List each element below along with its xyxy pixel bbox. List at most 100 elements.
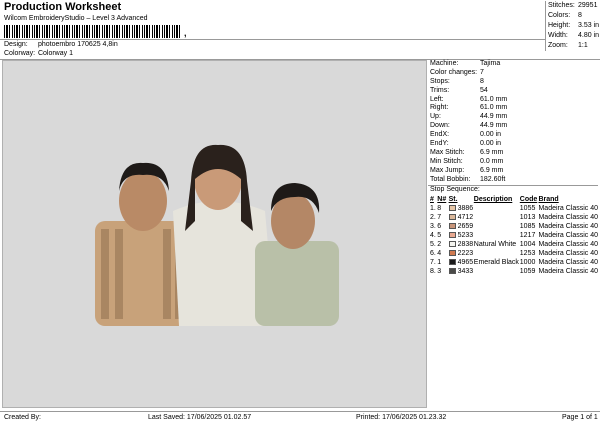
software-subtitle: Wilcom EmbroideryStudio – Level 3 Advanc… [4, 15, 148, 22]
detail-row: EndX: 0.00 in [428, 131, 598, 140]
design-preview [2, 60, 427, 408]
needle-number: 8 [437, 205, 442, 212]
stat-label: Colors: [548, 12, 571, 19]
stat-label: Width: [548, 32, 568, 39]
stat-value: 4.80 in [578, 32, 600, 39]
thread-code: 1055 [519, 205, 536, 212]
thread-description [474, 213, 520, 222]
detail-label: Trims: [430, 86, 450, 94]
table-row: 8. 3 3433 1059 Madeira Classic 40 [430, 267, 598, 276]
detail-row: Left: 61.0 mm [428, 96, 598, 105]
table-row: 1. 8 3886 1055 Madeira Classic 40 [430, 204, 598, 213]
table-row: 5. 2 2838 Natural White 1004 Madeira Classic … [430, 240, 598, 249]
detail-label: Machine: [430, 60, 459, 67]
detail-row: Right: 61.0 mm [428, 104, 598, 113]
detail-value: Tajima [480, 60, 501, 67]
needle-number: 1 [437, 259, 442, 266]
color-swatch [448, 214, 456, 220]
design-label: Design: [4, 41, 28, 48]
color-swatch [448, 205, 456, 211]
stitch-count-value: 3886 [457, 205, 474, 212]
stat-row: Colors: 8 [546, 11, 600, 21]
detail-row: Max Jump: 6.9 mm [428, 167, 598, 176]
row-num: 4. [430, 232, 436, 239]
thread-description [474, 222, 520, 231]
stitch-count: 2838 [448, 240, 474, 249]
barcode [4, 25, 182, 38]
detail-value: 7 [480, 68, 484, 76]
color-swatch [448, 250, 456, 256]
printed-date: Printed: 17/06/2025 01.23.32 [356, 414, 447, 421]
thread-description [474, 267, 520, 276]
detail-value: 6.9 mm [480, 166, 504, 174]
thread-brand: Madeira Classic 40 [538, 259, 598, 266]
stitch-count: 5233 [448, 231, 474, 240]
col-header-code: Code [519, 196, 538, 203]
detail-row: Machine: Tajima [428, 60, 598, 69]
col-header-brand: Brand [538, 196, 559, 203]
stitch-count: 3886 [448, 204, 474, 213]
detail-label: Max Stitch: [430, 148, 465, 156]
row-num: 2. [430, 214, 436, 221]
page-title: Production Worksheet [4, 1, 122, 13]
stat-row: Height: 3.53 in [546, 21, 600, 31]
thread-brand: Madeira Classic 40 [538, 241, 598, 248]
thread-description [474, 204, 520, 213]
detail-row: Trims: 54 [428, 87, 598, 96]
detail-label: Min Stitch: [430, 157, 463, 165]
production-worksheet: Production Worksheet Wilcom EmbroiderySt… [0, 0, 600, 424]
thread-code: 1059 [519, 268, 536, 275]
table-row: 7. 1 4965 Emerald Black 1000 Madeira Classic … [430, 258, 598, 267]
detail-value: 8 [480, 77, 484, 85]
thread-description [474, 249, 520, 258]
needle-number: 6 [437, 223, 442, 230]
stat-value: 3.53 in [578, 22, 600, 29]
detail-value: 182.60ft [480, 175, 506, 183]
stitch-count-value: 2838 [457, 241, 474, 248]
footer: Created By: Last Saved: 17/06/2025 01.02… [0, 411, 600, 424]
detail-label: Stops: [430, 77, 450, 85]
created-by: Created By: [4, 414, 41, 421]
detail-row: Total Bobbin: 182.60ft [428, 176, 598, 185]
thread-brand: Madeira Classic 40 [538, 250, 598, 257]
stitch-count: 4965 [448, 258, 474, 267]
colorway-value: Colorway 1 [37, 50, 73, 57]
stat-value: 29951 [578, 2, 598, 9]
stat-label: Stitches: [548, 2, 575, 9]
detail-label: Left: [430, 95, 444, 103]
page-number: Page 1 of 1 [562, 414, 598, 421]
barcode-mark: , [184, 28, 187, 38]
thread-code: 1013 [519, 214, 536, 221]
detail-value: 61.0 mm [480, 95, 508, 103]
stitch-count-value: 5233 [457, 232, 474, 239]
table-row: 6. 4 2223 1253 Madeira Classic 40 [430, 249, 598, 258]
thread-code: 1085 [519, 223, 536, 230]
stop-sequence-title: Stop Sequence: [430, 186, 480, 193]
thread-brand: Madeira Classic 40 [538, 268, 598, 275]
needle-number: 4 [437, 250, 442, 257]
detail-label: Down: [430, 122, 450, 130]
thread-code: 1217 [519, 232, 536, 239]
detail-value: 61.0 mm [480, 104, 508, 112]
detail-label: EndY: [430, 140, 449, 148]
col-header-n: N# [437, 196, 447, 203]
machine-details: Machine: Tajima Color changes: 7 Stops: 8 T… [428, 60, 598, 184]
stitch-count: 4712 [448, 213, 474, 222]
detail-value: 0.0 mm [480, 157, 504, 165]
detail-value: 0.00 in [480, 140, 502, 148]
stitch-count-value: 3433 [457, 268, 474, 275]
detail-row: Up: 44.9 mm [428, 113, 598, 122]
needle-number: 5 [437, 232, 442, 239]
detail-row: Max Stitch: 6.9 mm [428, 149, 598, 158]
col-header-st: St. [448, 196, 458, 203]
col-header-description: Description [473, 196, 513, 203]
detail-label: Color changes: [430, 68, 478, 76]
detail-label: Right: [430, 104, 449, 112]
needle-number: 3 [437, 268, 442, 275]
color-swatch [448, 268, 456, 274]
stitch-count: 2659 [448, 222, 474, 231]
color-swatch [448, 259, 456, 265]
table-row: 3. 6 2659 1085 Madeira Classic 40 [430, 222, 598, 231]
detail-value: 54 [480, 86, 488, 94]
row-num: 7. [430, 259, 436, 266]
